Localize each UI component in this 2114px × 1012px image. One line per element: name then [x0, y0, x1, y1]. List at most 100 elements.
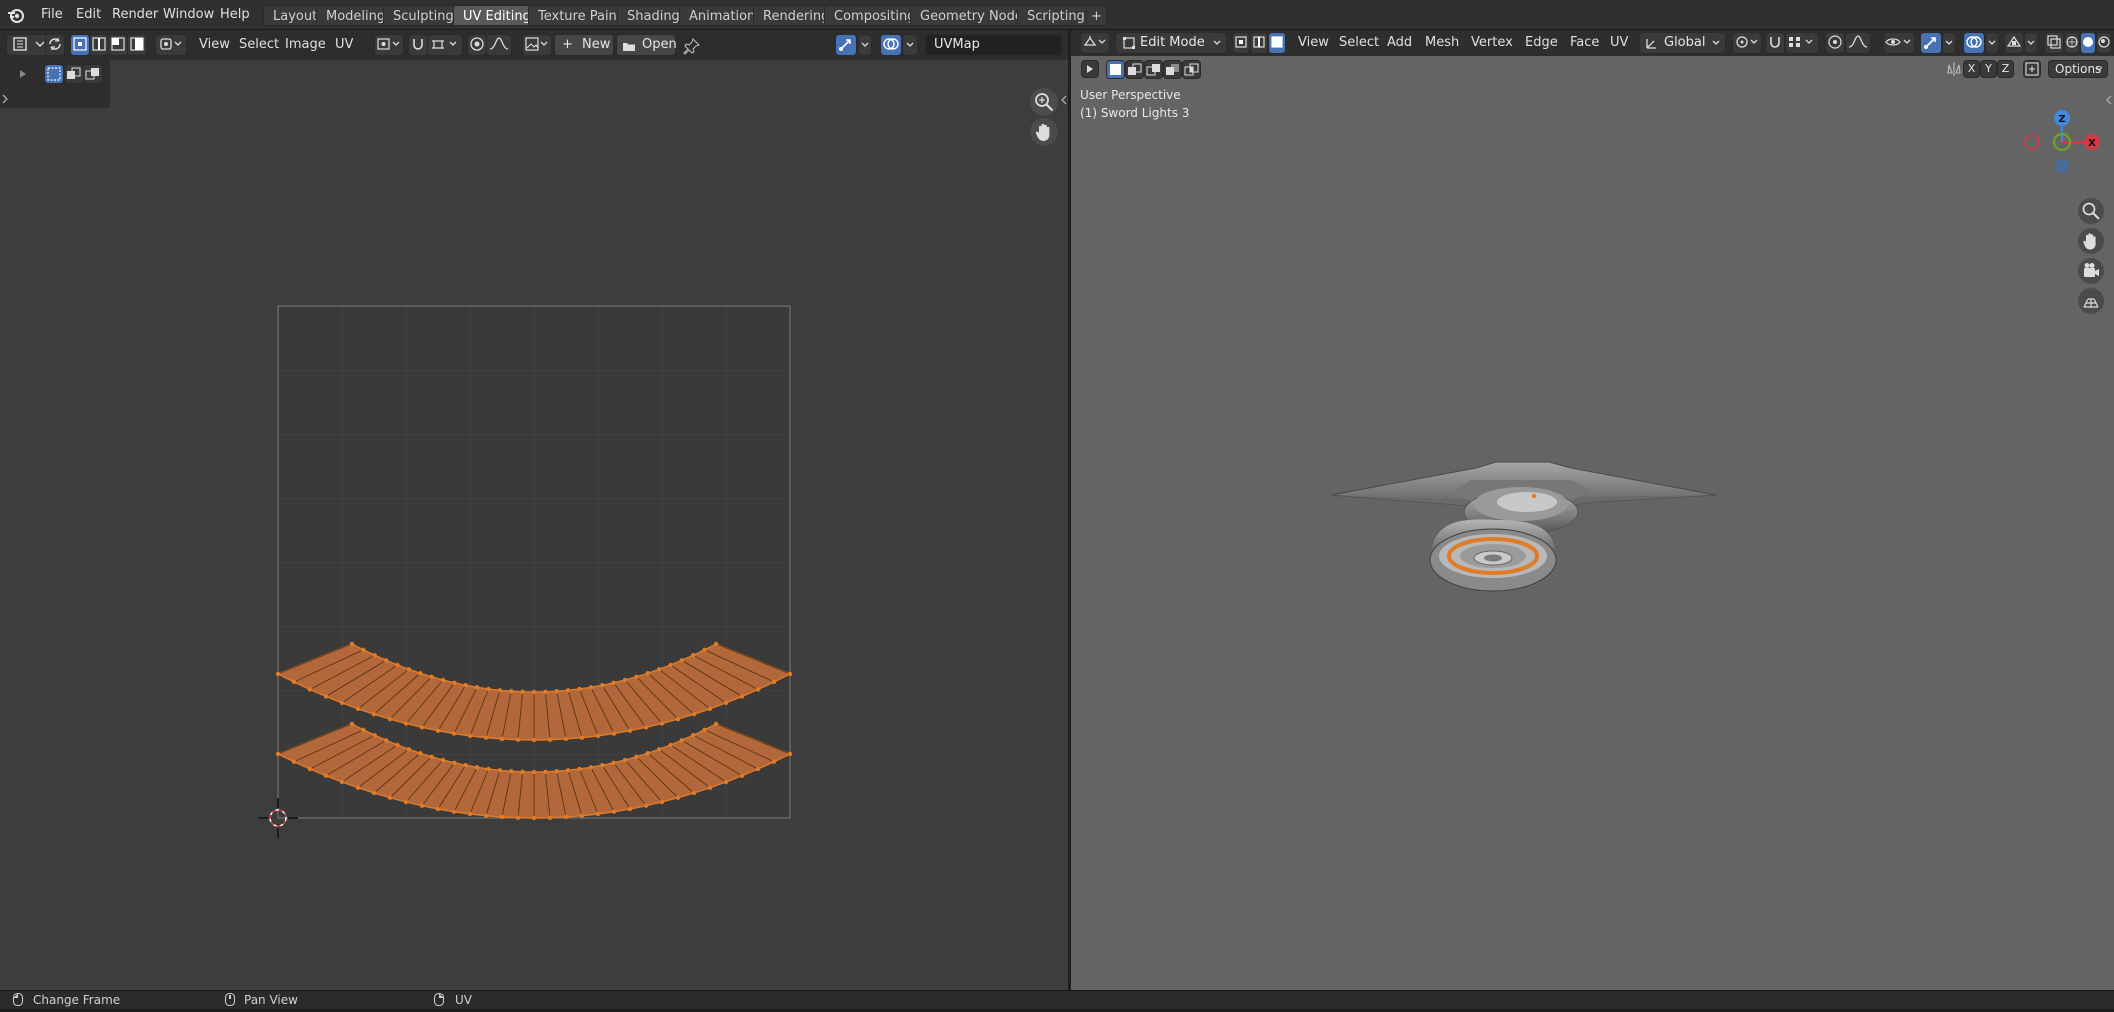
- gizmo-dropdown[interactable]: [858, 34, 872, 56]
- uv-menu-view[interactable]: View: [199, 34, 230, 56]
- uv-vertex[interactable]: [531, 737, 537, 743]
- uv-vertex[interactable]: [499, 736, 505, 742]
- viewport-gizmo-dropdown[interactable]: [1942, 32, 1956, 54]
- uv-vertex[interactable]: [403, 721, 409, 726]
- snap-target-dropdown[interactable]: [427, 34, 463, 56]
- uv-vertex[interactable]: [486, 686, 491, 692]
- uv-vertex[interactable]: [419, 725, 425, 730]
- uv-vertex[interactable]: [645, 751, 650, 756]
- viewport-gizmo-toggle-icon[interactable]: [1920, 32, 1942, 54]
- uv-vertex[interactable]: [611, 731, 617, 736]
- viewport-select-intersect-icon[interactable]: [1182, 60, 1201, 79]
- uv-vertex[interactable]: [452, 680, 457, 686]
- uv-editor[interactable]: View Select Image UV + New Open UVMap: [0, 30, 1068, 990]
- pin-icon[interactable]: [683, 37, 701, 55]
- navigation-gizmo[interactable]: Z X: [2011, 82, 2101, 202]
- snap-toggle-icon[interactable]: [408, 34, 428, 56]
- viewport-menu-mesh[interactable]: Mesh: [1425, 32, 1459, 54]
- menu-window[interactable]: Window: [156, 6, 221, 24]
- uv-vertex[interactable]: [291, 759, 297, 764]
- uv-vertex[interactable]: [656, 747, 662, 752]
- uv-vertex[interactable]: [361, 647, 366, 653]
- uv-vertex[interactable]: [702, 727, 707, 733]
- uv-vertex[interactable]: [451, 809, 457, 814]
- uv-vertex[interactable]: [668, 742, 673, 748]
- uv-vertex[interactable]: [627, 806, 633, 812]
- uv-vertex[interactable]: [554, 769, 559, 774]
- uv-vertex[interactable]: [659, 721, 665, 726]
- uv-vertex[interactable]: [707, 785, 713, 790]
- uv-vertex[interactable]: [483, 813, 489, 818]
- uv-vertex[interactable]: [563, 736, 569, 742]
- uv-vertex[interactable]: [403, 799, 409, 805]
- uv-vertex[interactable]: [435, 728, 441, 733]
- uv-vertex[interactable]: [463, 683, 468, 688]
- uv-vertex[interactable]: [543, 769, 548, 775]
- uv-vertex[interactable]: [668, 662, 673, 668]
- uv-vertex[interactable]: [723, 779, 729, 785]
- mirror-y-toggle[interactable]: Y: [1980, 60, 1997, 78]
- viewport-zoom-icon[interactable]: [2078, 198, 2104, 224]
- uv-vertex[interactable]: [691, 653, 696, 658]
- uv-vertex[interactable]: [627, 728, 633, 733]
- tab-sculpting[interactable]: Sculpting: [383, 5, 464, 26]
- vertex-select-mode-icon[interactable]: [70, 34, 90, 56]
- uvmap-field[interactable]: UVMap: [925, 34, 1062, 56]
- uv-vertex[interactable]: [361, 727, 366, 733]
- gizmo-neg-x-icon[interactable]: [2024, 134, 2040, 150]
- proportional-falloff-icon[interactable]: [486, 34, 512, 56]
- uv-vertex[interactable]: [371, 790, 377, 796]
- uv-vertex[interactable]: [643, 725, 649, 730]
- uv-vertex[interactable]: [577, 686, 582, 692]
- uv-vertex[interactable]: [547, 815, 553, 820]
- auto-merge-icon[interactable]: [2023, 60, 2041, 78]
- uv-vertex[interactable]: [355, 706, 361, 712]
- edge-mode-icon[interactable]: [1250, 32, 1268, 54]
- uv-vertex[interactable]: [645, 671, 650, 676]
- uv-vertex[interactable]: [771, 759, 777, 764]
- snap-icon[interactable]: [1765, 32, 1785, 54]
- uv-vertex[interactable]: [565, 688, 571, 693]
- uv-vertex[interactable]: [467, 811, 473, 817]
- uv-vertex[interactable]: [509, 689, 514, 694]
- uv-vertex[interactable]: [595, 733, 601, 739]
- uv-vertex[interactable]: [355, 785, 361, 790]
- pivot-point-dropdown[interactable]: [374, 34, 404, 56]
- uv-vertex[interactable]: [531, 769, 537, 775]
- uv-menu-uv[interactable]: UV: [335, 34, 353, 56]
- pan-view-hand-icon[interactable]: [1030, 118, 1058, 146]
- uv-vertex[interactable]: [429, 674, 434, 680]
- viewport-menu-select[interactable]: Select: [1339, 32, 1379, 54]
- vertex-mode-icon[interactable]: [1232, 32, 1250, 54]
- uv-vertex[interactable]: [509, 769, 514, 774]
- tab-scripting[interactable]: Scripting: [1017, 5, 1095, 26]
- uv-vertex[interactable]: [531, 689, 537, 695]
- uv-vertex[interactable]: [307, 687, 313, 692]
- face-mode-icon[interactable]: [1268, 32, 1286, 54]
- falloff-icon[interactable]: [1845, 32, 1871, 54]
- uv-vertex[interactable]: [600, 763, 605, 768]
- uv-vertex[interactable]: [713, 721, 719, 727]
- uv-vertex[interactable]: [451, 731, 457, 736]
- proportional-edit-icon[interactable]: [1825, 32, 1845, 54]
- uv-vertex[interactable]: [406, 667, 412, 672]
- 3d-viewport[interactable]: Edit Mode View Select Add Mesh Vertex Ed…: [1071, 30, 2114, 990]
- uv-vertex[interactable]: [497, 688, 503, 693]
- viewport-select-subtract-icon[interactable]: [1144, 60, 1163, 79]
- uv-vertex[interactable]: [371, 712, 377, 717]
- viewport-pan-hand-icon[interactable]: [2078, 228, 2104, 254]
- xray-toggle-icon[interactable]: [2044, 32, 2064, 54]
- uv-vertex[interactable]: [483, 735, 489, 740]
- gizmo-toggle-icon[interactable]: [835, 34, 857, 56]
- uv-vertex[interactable]: [323, 773, 329, 778]
- viewport-sidebar-toggle-icon[interactable]: [2105, 94, 2113, 106]
- uv-vertex[interactable]: [467, 733, 473, 739]
- uv-vertex[interactable]: [406, 747, 412, 752]
- uv-vertex[interactable]: [600, 683, 605, 688]
- solid-shading-icon[interactable]: [2080, 32, 2096, 54]
- viewport-toolbar-toggle-icon[interactable]: [1081, 60, 1099, 78]
- blender-logo-icon[interactable]: [7, 6, 25, 24]
- uv-vertex[interactable]: [440, 677, 446, 683]
- uv-vertex[interactable]: [739, 773, 745, 778]
- mirror-z-toggle[interactable]: Z: [1997, 60, 2014, 78]
